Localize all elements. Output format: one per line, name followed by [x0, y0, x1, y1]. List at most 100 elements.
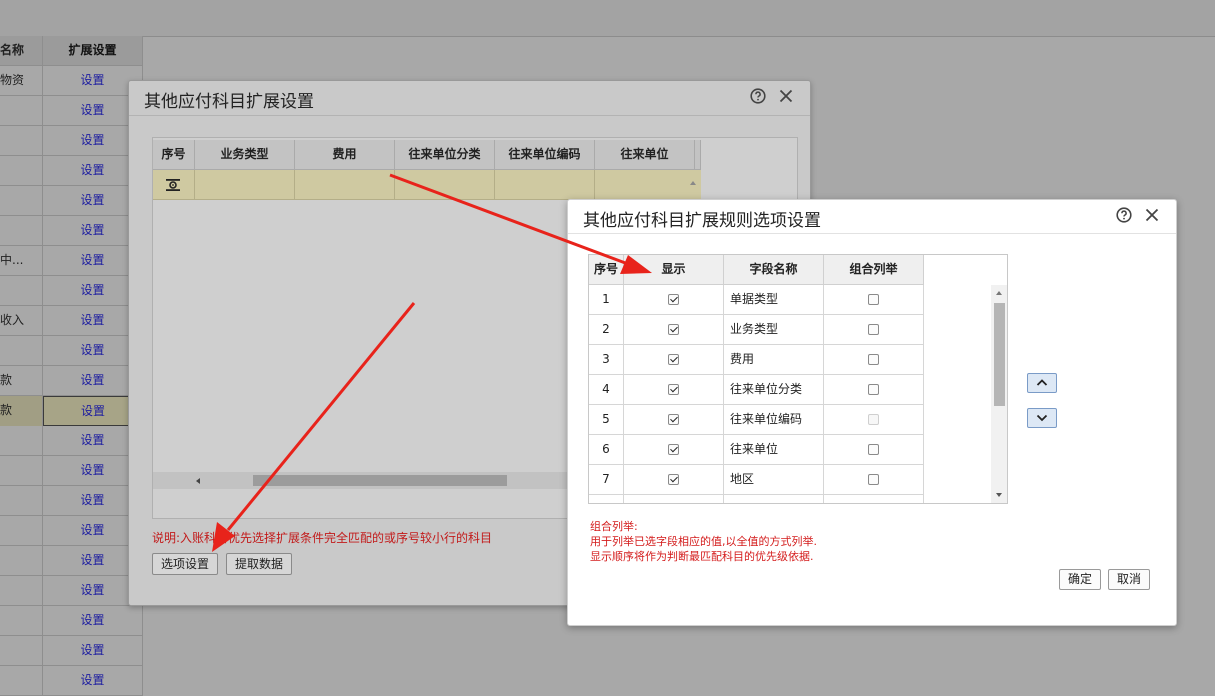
show-checkbox[interactable] [668, 474, 679, 485]
title-divider [568, 233, 1176, 234]
col-header-partner: 往来单位 [595, 140, 695, 170]
row-name-cell: 收入 [0, 306, 43, 336]
scroll-thumb[interactable] [994, 303, 1005, 406]
col-header-show: 显示 [624, 255, 724, 285]
show-cell [624, 405, 724, 435]
cancel-button[interactable]: 取消 [1108, 569, 1151, 590]
row-name-cell [0, 426, 43, 456]
chevron-down-icon [1036, 414, 1048, 422]
show-cell [624, 345, 724, 375]
settings-gear-icon[interactable] [165, 178, 181, 192]
row-index: 7 [589, 465, 624, 495]
table-row: 1 单据类型 [589, 285, 924, 315]
show-cell [624, 285, 724, 315]
cell-partner-category[interactable] [395, 170, 495, 200]
combo-checkbox[interactable] [868, 474, 879, 485]
scroll-up-icon[interactable] [991, 287, 1007, 299]
top-bar [0, 0, 1215, 37]
show-cell [624, 435, 724, 465]
row-name-cell [0, 636, 43, 666]
vertical-scrollbar[interactable] [991, 285, 1007, 503]
combo-checkbox[interactable] [868, 354, 879, 365]
title-divider [129, 115, 810, 116]
row-name-cell [0, 126, 43, 156]
cell-partner[interactable] [595, 170, 695, 200]
help-icon[interactable] [1116, 207, 1132, 223]
table-row: 款设置 [0, 366, 143, 396]
move-down-button[interactable] [1027, 408, 1057, 428]
col-header-partner-category: 往来单位分类 [395, 140, 495, 170]
chevron-up-icon [1036, 379, 1048, 386]
col-header-business-type: 业务类型 [195, 140, 295, 170]
table-row: 4 往来单位分类 [589, 375, 924, 405]
table-row: 设置 [0, 426, 143, 456]
field-name-cell: 地区 [724, 465, 824, 495]
col-header-partner-code: 往来单位编码 [495, 140, 595, 170]
table-row: 中... 设置 [0, 246, 143, 276]
field-name-cell: 往来单位编码 [724, 405, 824, 435]
options-settings-button[interactable]: 选项设置 [152, 553, 219, 575]
row-index-cell[interactable] [153, 170, 195, 200]
row-index: 6 [589, 435, 624, 465]
row-name-cell: 中... [0, 246, 43, 276]
scroll-down-icon[interactable] [991, 489, 1007, 501]
col-header-index: 序号 [589, 255, 624, 285]
vscroll-up-area[interactable] [685, 170, 701, 200]
close-icon[interactable] [778, 88, 794, 104]
help-icon[interactable] [750, 88, 766, 104]
show-cell [624, 315, 724, 345]
combo-checkbox[interactable] [868, 384, 879, 395]
show-checkbox[interactable] [668, 294, 679, 305]
scroll-left-icon[interactable] [193, 476, 203, 486]
table-row: 设置 [0, 156, 143, 186]
show-checkbox[interactable] [668, 354, 679, 365]
show-checkbox[interactable] [668, 414, 679, 425]
col-header-expense: 费用 [295, 140, 395, 170]
row-name-cell [0, 516, 43, 546]
show-cell [624, 465, 724, 495]
close-icon[interactable] [1144, 207, 1160, 223]
scroll-up-icon[interactable] [685, 175, 701, 191]
row-name-cell [0, 576, 43, 606]
row-name-cell [0, 156, 43, 186]
table-row: 设置 [0, 96, 143, 126]
horizontal-scrollbar[interactable] [153, 472, 573, 489]
table-row: 设置 [0, 516, 143, 546]
row-name-cell [0, 186, 43, 216]
fetch-data-button[interactable]: 提取数据 [226, 553, 293, 575]
cell-business-type[interactable] [195, 170, 295, 200]
col-header-filler [695, 140, 701, 170]
show-checkbox[interactable] [668, 384, 679, 395]
ok-button[interactable]: 确定 [1059, 569, 1102, 590]
cell-partner-code[interactable] [495, 170, 595, 200]
scroll-thumb[interactable] [253, 475, 507, 486]
dialog-title: 其他应付科目扩展规则选项设置 [583, 211, 821, 231]
options-grid: 序号 显示 字段名称 组合列举 1 单据类型 2 业务类型 3 费用 4 往来单位分类 5 往来单… [588, 254, 1008, 504]
combo-checkbox[interactable] [868, 294, 879, 305]
show-checkbox[interactable] [668, 444, 679, 455]
table-row: 设置 [0, 186, 143, 216]
row-name-cell [0, 546, 43, 576]
combo-checkbox[interactable] [868, 324, 879, 335]
combo-cell [824, 435, 924, 465]
row-index: 3 [589, 345, 624, 375]
col-header-combo-list: 组合列举 [824, 255, 924, 285]
table-row: 2 业务类型 [589, 315, 924, 345]
settings-link[interactable]: 设置 [43, 666, 143, 696]
settings-link[interactable]: 设置 [43, 636, 143, 666]
row-index: 4 [589, 375, 624, 405]
row-name-cell: 物资 [0, 66, 43, 96]
cell-expense[interactable] [295, 170, 395, 200]
row-index: 1 [589, 285, 624, 315]
table-row: 设置 [0, 576, 143, 606]
show-checkbox[interactable] [668, 324, 679, 335]
combo-checkbox [868, 414, 879, 425]
settings-link[interactable]: 设置 [43, 606, 143, 636]
dialog-title: 其他应付科目扩展设置 [144, 92, 314, 112]
combo-checkbox[interactable] [868, 444, 879, 455]
table-row: 5 往来单位编码 [589, 405, 924, 435]
table-row: 设置 [0, 336, 143, 366]
row-name-cell: 款 [0, 366, 43, 396]
col-header-index: 序号 [153, 140, 195, 170]
move-up-button[interactable] [1027, 373, 1057, 393]
